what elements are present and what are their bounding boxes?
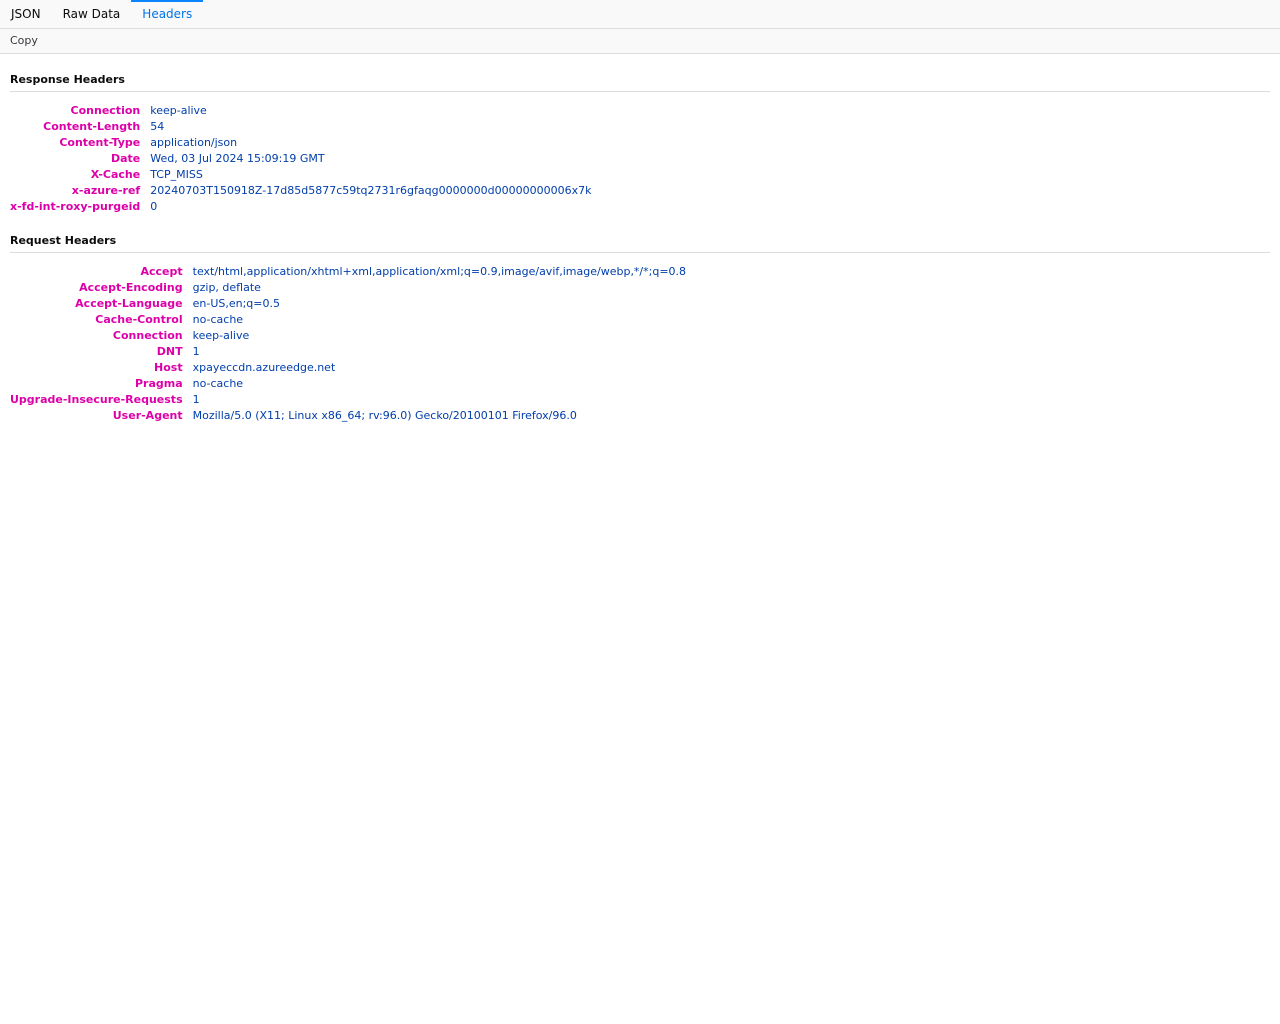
header-row: Cache-Control no-cache: [10, 312, 686, 328]
header-row: Content-Type application/json: [10, 135, 591, 151]
header-row: Accept text/html,application/xhtml+xml,ap…: [10, 264, 686, 280]
header-value: keep-alive: [192, 329, 250, 342]
header-value: 20240703T150918Z-17d85d5877c59tq2731r6gf…: [150, 184, 592, 197]
header-name: Content-Type: [59, 136, 141, 149]
header-name: Cache-Control: [95, 313, 183, 326]
tab-headers[interactable]: Headers: [131, 0, 204, 28]
headers-panel: Response Headers Connection keep-alive Con…: [0, 73, 1280, 424]
header-name: Upgrade-Insecure-Requests: [10, 393, 183, 406]
header-name: User-Agent: [112, 409, 183, 422]
header-value: keep-alive: [150, 104, 207, 117]
copy-button[interactable]: Copy: [4, 30, 44, 52]
header-row: User-Agent Mozilla/5.0 (X11; Linux x86_64…: [10, 408, 686, 424]
tab-json[interactable]: JSON: [0, 0, 52, 28]
header-row: Content-Length 54: [10, 119, 591, 135]
header-value: en-US,en;q=0.5: [192, 297, 281, 310]
header-row: Connection keep-alive: [10, 103, 591, 119]
request-headers-table: Accept text/html,application/xhtml+xml,ap…: [10, 264, 686, 424]
header-name: Connection: [70, 104, 141, 117]
header-name: Accept-Encoding: [79, 281, 183, 294]
header-value: no-cache: [192, 377, 244, 390]
header-name: Content-Length: [43, 120, 141, 133]
header-row: Accept-Language en-US,en;q=0.5: [10, 296, 686, 312]
header-value: application/json: [150, 136, 238, 149]
header-value: TCP_MISS: [150, 168, 203, 181]
header-name: Pragma: [134, 377, 183, 390]
header-row: x-azure-ref 20240703T150918Z-17d85d5877c5…: [10, 183, 592, 199]
header-name: Host: [154, 361, 183, 374]
header-row: Connection keep-alive: [10, 328, 686, 344]
viewer-tab-bar: JSON Raw Data Headers: [0, 0, 1280, 29]
header-name: Connection: [112, 329, 183, 342]
header-name: x-fd-int-roxy-purgeid: [10, 200, 141, 213]
header-row: Accept-Encoding gzip, deflate: [10, 280, 686, 296]
header-name: Accept: [140, 265, 183, 278]
header-name: X-Cache: [90, 168, 141, 181]
header-name: Accept-Language: [75, 297, 183, 310]
header-name: Date: [110, 152, 141, 165]
response-headers-title: Response Headers: [10, 73, 1270, 92]
header-value: 1: [192, 393, 200, 406]
tab-raw-data[interactable]: Raw Data: [52, 0, 132, 28]
header-value: xpayeccdn.azureedge.net: [192, 361, 336, 374]
header-row: X-Cache TCP_MISS: [10, 167, 591, 183]
header-row: x-fd-int-roxy-purgeid 0: [10, 199, 591, 215]
header-name: x-azure-ref: [71, 184, 141, 197]
header-value: 0: [150, 200, 158, 213]
header-name: DNT: [156, 345, 183, 358]
header-row: DNT 1: [10, 344, 686, 360]
header-value: no-cache: [192, 313, 244, 326]
headers-toolbar: Copy: [0, 29, 1280, 54]
header-value: gzip, deflate: [192, 281, 261, 294]
header-row: Upgrade-Insecure-Requests 1: [10, 392, 686, 408]
response-headers-table: Connection keep-alive Content-Length 54 Cont…: [10, 103, 591, 215]
header-value: 1: [192, 345, 200, 358]
header-value: 54: [150, 120, 165, 133]
header-row: Pragma no-cache: [10, 376, 686, 392]
header-value: text/html,application/xhtml+xml,applicat…: [192, 265, 687, 278]
header-value: Mozilla/5.0 (X11; Linux x86_64; rv:96.0)…: [192, 409, 577, 422]
header-row: Date Wed, 03 Jul 2024 15:09:19 GMT: [10, 151, 591, 167]
request-headers-title: Request Headers: [10, 234, 1270, 253]
header-row: Host xpayeccdn.azureedge.net: [10, 360, 686, 376]
header-value: Wed, 03 Jul 2024 15:09:19 GMT: [150, 152, 325, 165]
